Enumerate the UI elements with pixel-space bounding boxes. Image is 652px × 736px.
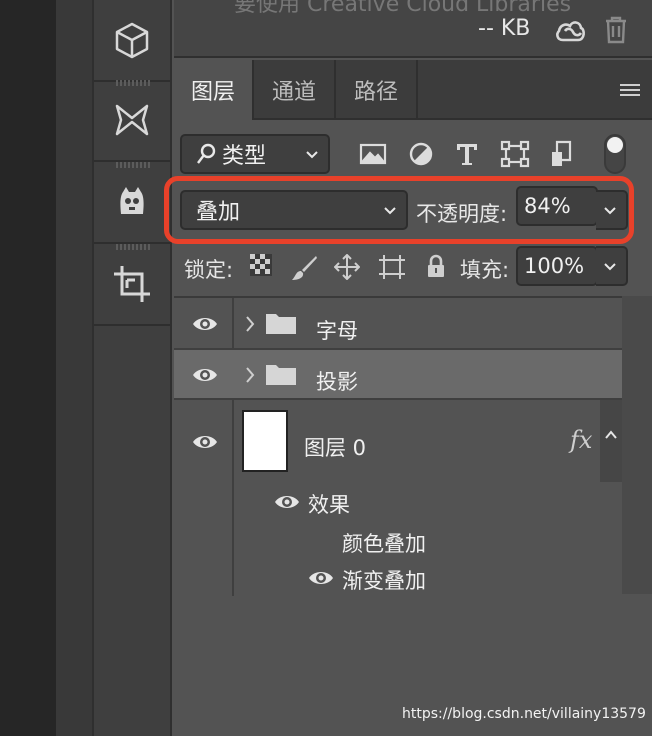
search-icon [197, 143, 216, 164]
lock-move-icon[interactable] [334, 254, 360, 280]
effects-collapse-toggle[interactable] [600, 400, 622, 482]
chevron-right-icon[interactable] [244, 365, 256, 385]
filter-toggle[interactable] [604, 134, 626, 174]
lock-transparency-icon[interactable] [250, 254, 272, 276]
effects-label[interactable]: 效果 [308, 489, 350, 519]
layer-name: 图层 0 [304, 436, 367, 460]
lock-label: 锁定: [184, 258, 234, 282]
3d-tool-button[interactable] [94, 0, 170, 82]
layer-row[interactable]: 字母 [174, 298, 622, 350]
canvas-area-edge [0, 0, 56, 736]
puppet-icon [120, 187, 144, 214]
tab-layers[interactable]: 图层 [174, 60, 254, 120]
filter-type-label: 类型 [222, 144, 267, 169]
trash-icon[interactable] [604, 16, 628, 44]
dock-gutter [56, 0, 92, 736]
image-filter-icon[interactable] [358, 140, 388, 168]
opacity-dropdown[interactable] [596, 190, 628, 230]
layer-name: 投影 [316, 370, 358, 394]
layer-filter-row: 类型 [174, 122, 652, 182]
chevron-down-icon [604, 263, 616, 271]
bowtie-warp-icon [115, 104, 149, 136]
chevron-down-icon [306, 151, 318, 159]
panel-menu-icon[interactable] [620, 84, 640, 98]
fill-dropdown[interactable] [596, 246, 628, 286]
lock-artboard-icon[interactable] [378, 254, 406, 280]
eye-icon[interactable] [274, 492, 300, 512]
layers-panel: 要使用 Creative Cloud Libraries -- KB 图层 通道… [164, 0, 652, 736]
3d-cube-icon [115, 22, 149, 59]
library-size: -- KB [478, 16, 531, 41]
effect-item[interactable]: 渐变叠加 [342, 565, 426, 595]
libraries-bar: 要使用 Creative Cloud Libraries -- KB [174, 0, 652, 58]
layers-scrollbar[interactable] [622, 296, 652, 594]
blend-mode-value: 叠加 [196, 200, 241, 225]
blend-opacity-row: 叠加 不透明度: 84% [164, 176, 652, 244]
chevron-right-icon[interactable] [244, 314, 256, 334]
type-filter-icon[interactable] [452, 140, 482, 168]
smart-object-filter-icon[interactable] [548, 140, 578, 168]
crop-icon [114, 266, 150, 302]
opacity-input[interactable]: 84% [516, 186, 598, 226]
watermark-text: https://blog.csdn.net/villainy13579 [402, 706, 646, 722]
tab-paths[interactable]: 路径 [336, 60, 418, 120]
layer-row[interactable]: 投影 [174, 350, 622, 400]
creative-cloud-icon[interactable] [554, 16, 586, 44]
fill-label: 填充: [460, 258, 510, 282]
lock-all-icon[interactable] [426, 254, 446, 278]
eye-icon[interactable] [192, 365, 218, 385]
panel-tabs: 图层 通道 路径 [174, 60, 652, 120]
layer-row[interactable]: 图层 0 fx 效果 颜色叠加 渐变叠加 [174, 400, 622, 596]
adjustment-filter-icon[interactable] [406, 140, 436, 168]
tool-strip [92, 0, 172, 736]
chevron-down-icon [604, 207, 616, 215]
eye-icon[interactable] [192, 432, 218, 452]
shape-filter-icon[interactable] [500, 140, 530, 168]
folder-icon [266, 365, 296, 385]
puppet-tool-button[interactable] [94, 162, 170, 244]
eye-icon[interactable] [192, 314, 218, 334]
layer-name: 字母 [316, 319, 358, 343]
warp-tool-button[interactable] [94, 80, 170, 162]
lock-brush-icon[interactable] [290, 254, 318, 282]
eye-icon[interactable] [308, 568, 334, 588]
folder-icon [266, 314, 296, 334]
effect-item[interactable]: 颜色叠加 [342, 528, 426, 558]
chevron-up-icon [605, 430, 617, 439]
blend-mode-select[interactable]: 叠加 [180, 190, 408, 230]
filter-type-select[interactable]: 类型 [180, 134, 330, 174]
layers-list: 字母 投影 图层 0 fx 效果 颜色叠加 渐变叠加 [174, 296, 622, 596]
crop-tool-button[interactable] [94, 244, 170, 326]
fill-input[interactable]: 100% [516, 246, 598, 286]
layer-thumbnail [242, 410, 288, 472]
chevron-down-icon [384, 207, 396, 215]
layer-fx-badge: fx [570, 426, 593, 454]
opacity-label: 不透明度: [416, 202, 508, 226]
tab-channels[interactable]: 通道 [254, 60, 336, 120]
lock-fill-row: 锁定: 填充: 100% [174, 244, 652, 290]
